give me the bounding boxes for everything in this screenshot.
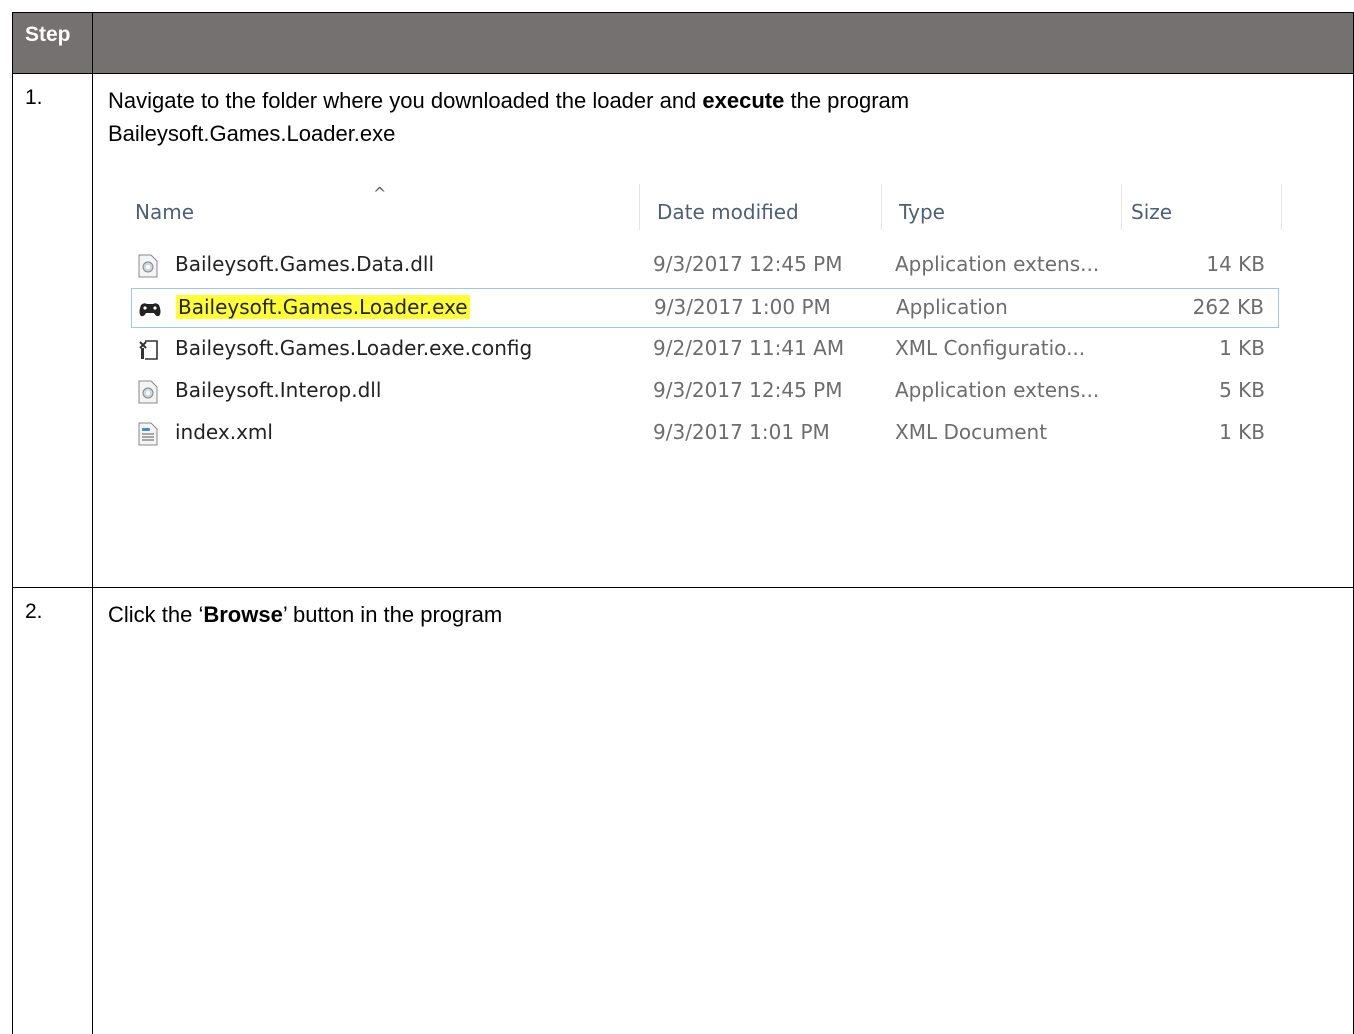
file-explorer-list: ^ Name Date modified Type Size Baileysof… (131, 184, 1291, 454)
column-header-date[interactable]: Date modified (657, 200, 799, 224)
table-row-step-2: 2. Click the ‘Browse’ button in the prog… (12, 588, 1354, 1034)
instruction-text: Navigate to the folder where you downloa… (108, 88, 703, 113)
file-type: Application extens... (895, 252, 1100, 276)
file-size: 262 KB (1192, 295, 1264, 319)
file-name: Baileysoft.Games.Data.dll (175, 252, 435, 276)
file-size: 14 KB (1206, 252, 1265, 276)
file-size: 1 KB (1219, 420, 1265, 444)
file-row[interactable]: index.xml 9/3/2017 1:01 PM XML Document … (131, 414, 1279, 454)
file-name: Baileysoft.Games.Loader.exe.config (175, 336, 533, 360)
dll-file-icon (137, 380, 159, 404)
column-divider[interactable] (881, 184, 882, 230)
gamepad-icon (138, 297, 161, 321)
step-number: 2. (25, 600, 43, 623)
file-date: 9/3/2017 12:45 PM (653, 378, 843, 402)
step-instruction: Click the ‘Browse’ button in the program (108, 598, 502, 631)
column-header-name[interactable]: Name (135, 200, 194, 224)
instruction-bold-text: execute (702, 88, 785, 113)
file-date: 9/2/2017 11:41 AM (653, 336, 845, 360)
file-type: Application extens... (895, 378, 1100, 402)
file-row-selected[interactable]: Baileysoft.Games.Loader.exe 9/3/2017 1:0… (131, 288, 1279, 328)
file-row[interactable]: Baileysoft.Games.Loader.exe.config 9/2/2… (131, 330, 1279, 370)
highlighted-file-name: Baileysoft.Games.Loader.exe (176, 295, 470, 319)
file-type: Application (896, 295, 1008, 319)
file-size: 1 KB (1219, 336, 1265, 360)
instruction-bold-text: Browse (203, 602, 283, 627)
file-row[interactable]: Baileysoft.Interop.dll 9/3/2017 12:45 PM… (131, 372, 1279, 412)
column-header-type[interactable]: Type (899, 200, 945, 224)
file-name: index.xml (175, 420, 273, 444)
instruction-text: ’ button in the program (282, 602, 503, 627)
instruction-program-name: Baileysoft.Games.Loader.exe (108, 121, 396, 146)
column-header-size[interactable]: Size (1131, 200, 1172, 224)
file-date: 9/3/2017 1:00 PM (654, 295, 831, 319)
file-size: 5 KB (1219, 378, 1265, 402)
sort-ascending-icon: ^ (373, 184, 387, 203)
steps-table: Step 1. Navigate to the folder where you… (12, 12, 1354, 1034)
file-name: Baileysoft.Games.Loader.exe (176, 295, 470, 319)
dll-file-icon (137, 254, 159, 278)
column-divider[interactable] (1121, 184, 1122, 230)
xml-file-icon (137, 422, 159, 446)
instruction-text: the program (784, 88, 910, 113)
step-number-cell: 1. (13, 74, 93, 587)
table-header-row: Step (12, 12, 1354, 74)
file-type: XML Configuratio... (895, 336, 1086, 360)
file-date: 9/3/2017 12:45 PM (653, 252, 843, 276)
step-header-label: Step (25, 23, 71, 46)
step-number-cell: 2. (13, 588, 93, 1034)
file-name: Baileysoft.Interop.dll (175, 378, 382, 402)
config-file-icon (137, 338, 159, 362)
step-number: 1. (25, 86, 43, 109)
column-header-row: ^ Name Date modified Type Size (131, 184, 1291, 246)
instruction-text: Click the ‘ (108, 602, 204, 627)
column-divider[interactable] (639, 184, 640, 230)
step-column-header: Step (13, 13, 93, 73)
table-row-step-1: 1. Navigate to the folder where you down… (12, 74, 1354, 588)
step-content-cell: Navigate to the folder where you downloa… (93, 74, 1353, 587)
file-date: 9/3/2017 1:01 PM (653, 420, 830, 444)
file-row[interactable]: Baileysoft.Games.Data.dll 9/3/2017 12:45… (131, 246, 1279, 286)
column-divider[interactable] (1281, 184, 1282, 230)
step-instruction: Navigate to the folder where you downloa… (108, 84, 909, 150)
file-type: XML Document (895, 420, 1048, 444)
step-content-cell: Click the ‘Browse’ button in the program (93, 588, 1353, 1034)
